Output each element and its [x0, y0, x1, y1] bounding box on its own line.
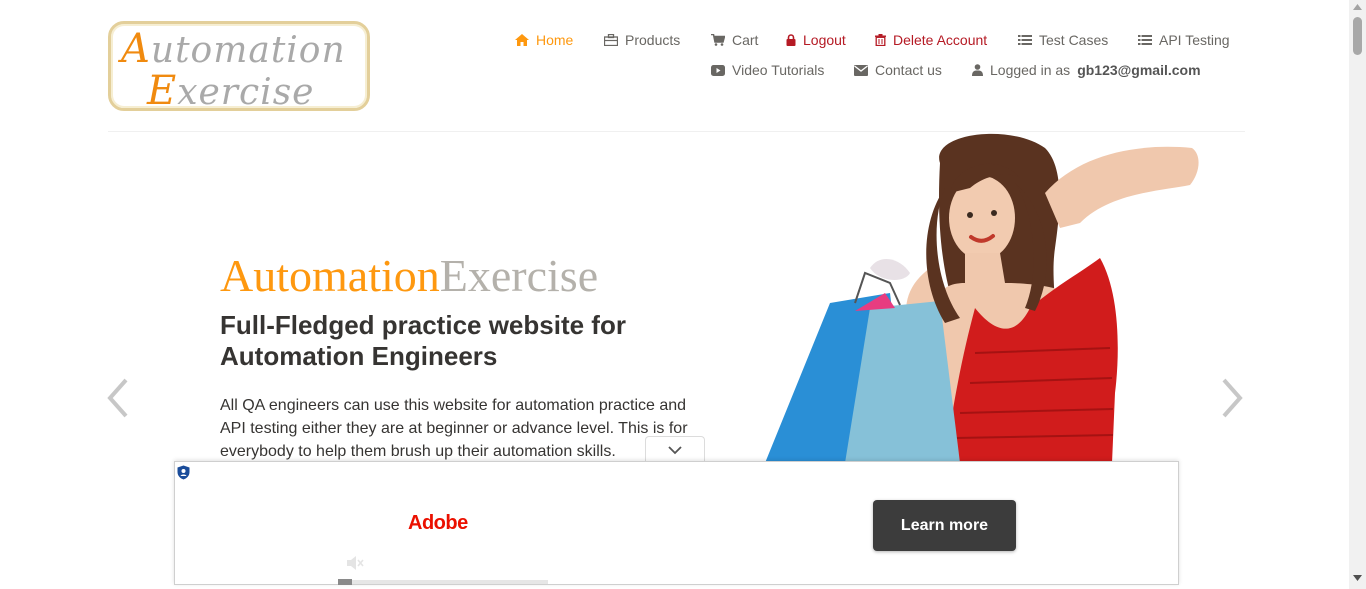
nav-test-cases[interactable]: Test Cases	[1018, 29, 1108, 51]
nav-api-testing[interactable]: API Testing	[1138, 29, 1230, 51]
slider-next-icon[interactable]	[1220, 376, 1246, 420]
nav-home[interactable]: Home	[515, 29, 573, 51]
nav-products-label: Products	[625, 32, 681, 48]
ad-collapse-button[interactable]	[645, 436, 705, 463]
trash-icon	[875, 34, 886, 46]
main-nav: Home Products Cart Logout Delete Account…	[0, 29, 1366, 89]
lock-icon	[786, 34, 796, 46]
nav-test-cases-label: Test Cases	[1039, 32, 1109, 48]
logged-in-status: Logged in as gb123@gmail.com	[972, 59, 1201, 81]
hero-brand-title: AutomationExercise	[220, 250, 599, 301]
cart-icon	[711, 34, 725, 46]
scrollbar-thumb[interactable]	[1353, 17, 1362, 55]
nav-delete-account[interactable]: Delete Account	[875, 29, 987, 51]
scroll-up-arrow-icon[interactable]	[1353, 4, 1362, 10]
envelope-icon	[854, 64, 868, 76]
mute-icon[interactable]	[346, 555, 364, 571]
page-scrollbar[interactable]	[1349, 0, 1366, 589]
list-icon	[1018, 35, 1032, 45]
nav-cart[interactable]: Cart	[711, 29, 758, 51]
nav-video-tutorials-label: Video Tutorials	[732, 62, 825, 78]
slider-prev-icon[interactable]	[104, 376, 130, 420]
nav-home-label: Home	[536, 32, 574, 48]
nav-products[interactable]: Products	[604, 29, 680, 51]
nav-contact-us-label: Contact us	[875, 62, 942, 78]
hero-title: Full-Fledged practice website for Automa…	[220, 310, 626, 371]
youtube-play-icon	[711, 64, 725, 76]
adobe-logo[interactable]: Adobe	[408, 512, 468, 535]
home-icon	[515, 34, 529, 46]
user-icon	[972, 64, 983, 76]
briefcase-icon	[604, 34, 618, 46]
logged-in-label: Logged in as	[990, 62, 1071, 78]
logged-in-username: gb123@gmail.com	[1077, 62, 1201, 78]
nav-video-tutorials[interactable]: Video Tutorials	[711, 59, 824, 81]
ad-learn-more-button[interactable]: Learn more	[873, 500, 1016, 551]
hero-description: All QA engineers can use this website fo…	[220, 397, 688, 460]
ad-choices-shield-icon[interactable]	[177, 465, 190, 480]
nav-logout-label: Logout	[803, 32, 846, 48]
nav-delete-account-label: Delete Account	[893, 32, 988, 48]
ad-banner[interactable]: Adobe Learn more	[174, 461, 1179, 585]
chevron-down-icon	[668, 446, 682, 455]
nav-cart-label: Cart	[732, 32, 759, 48]
header-divider	[108, 131, 1245, 132]
hero-image-woman-shopping	[765, 133, 1199, 463]
nav-logout[interactable]: Logout	[786, 29, 846, 51]
ad-video-progress-thumb[interactable]	[338, 579, 352, 585]
list-icon	[1138, 35, 1152, 45]
scroll-down-arrow-icon[interactable]	[1353, 575, 1362, 581]
nav-api-testing-label: API Testing	[1159, 32, 1230, 48]
ad-video-progress[interactable]	[338, 579, 548, 585]
nav-contact-us[interactable]: Contact us	[854, 59, 942, 81]
